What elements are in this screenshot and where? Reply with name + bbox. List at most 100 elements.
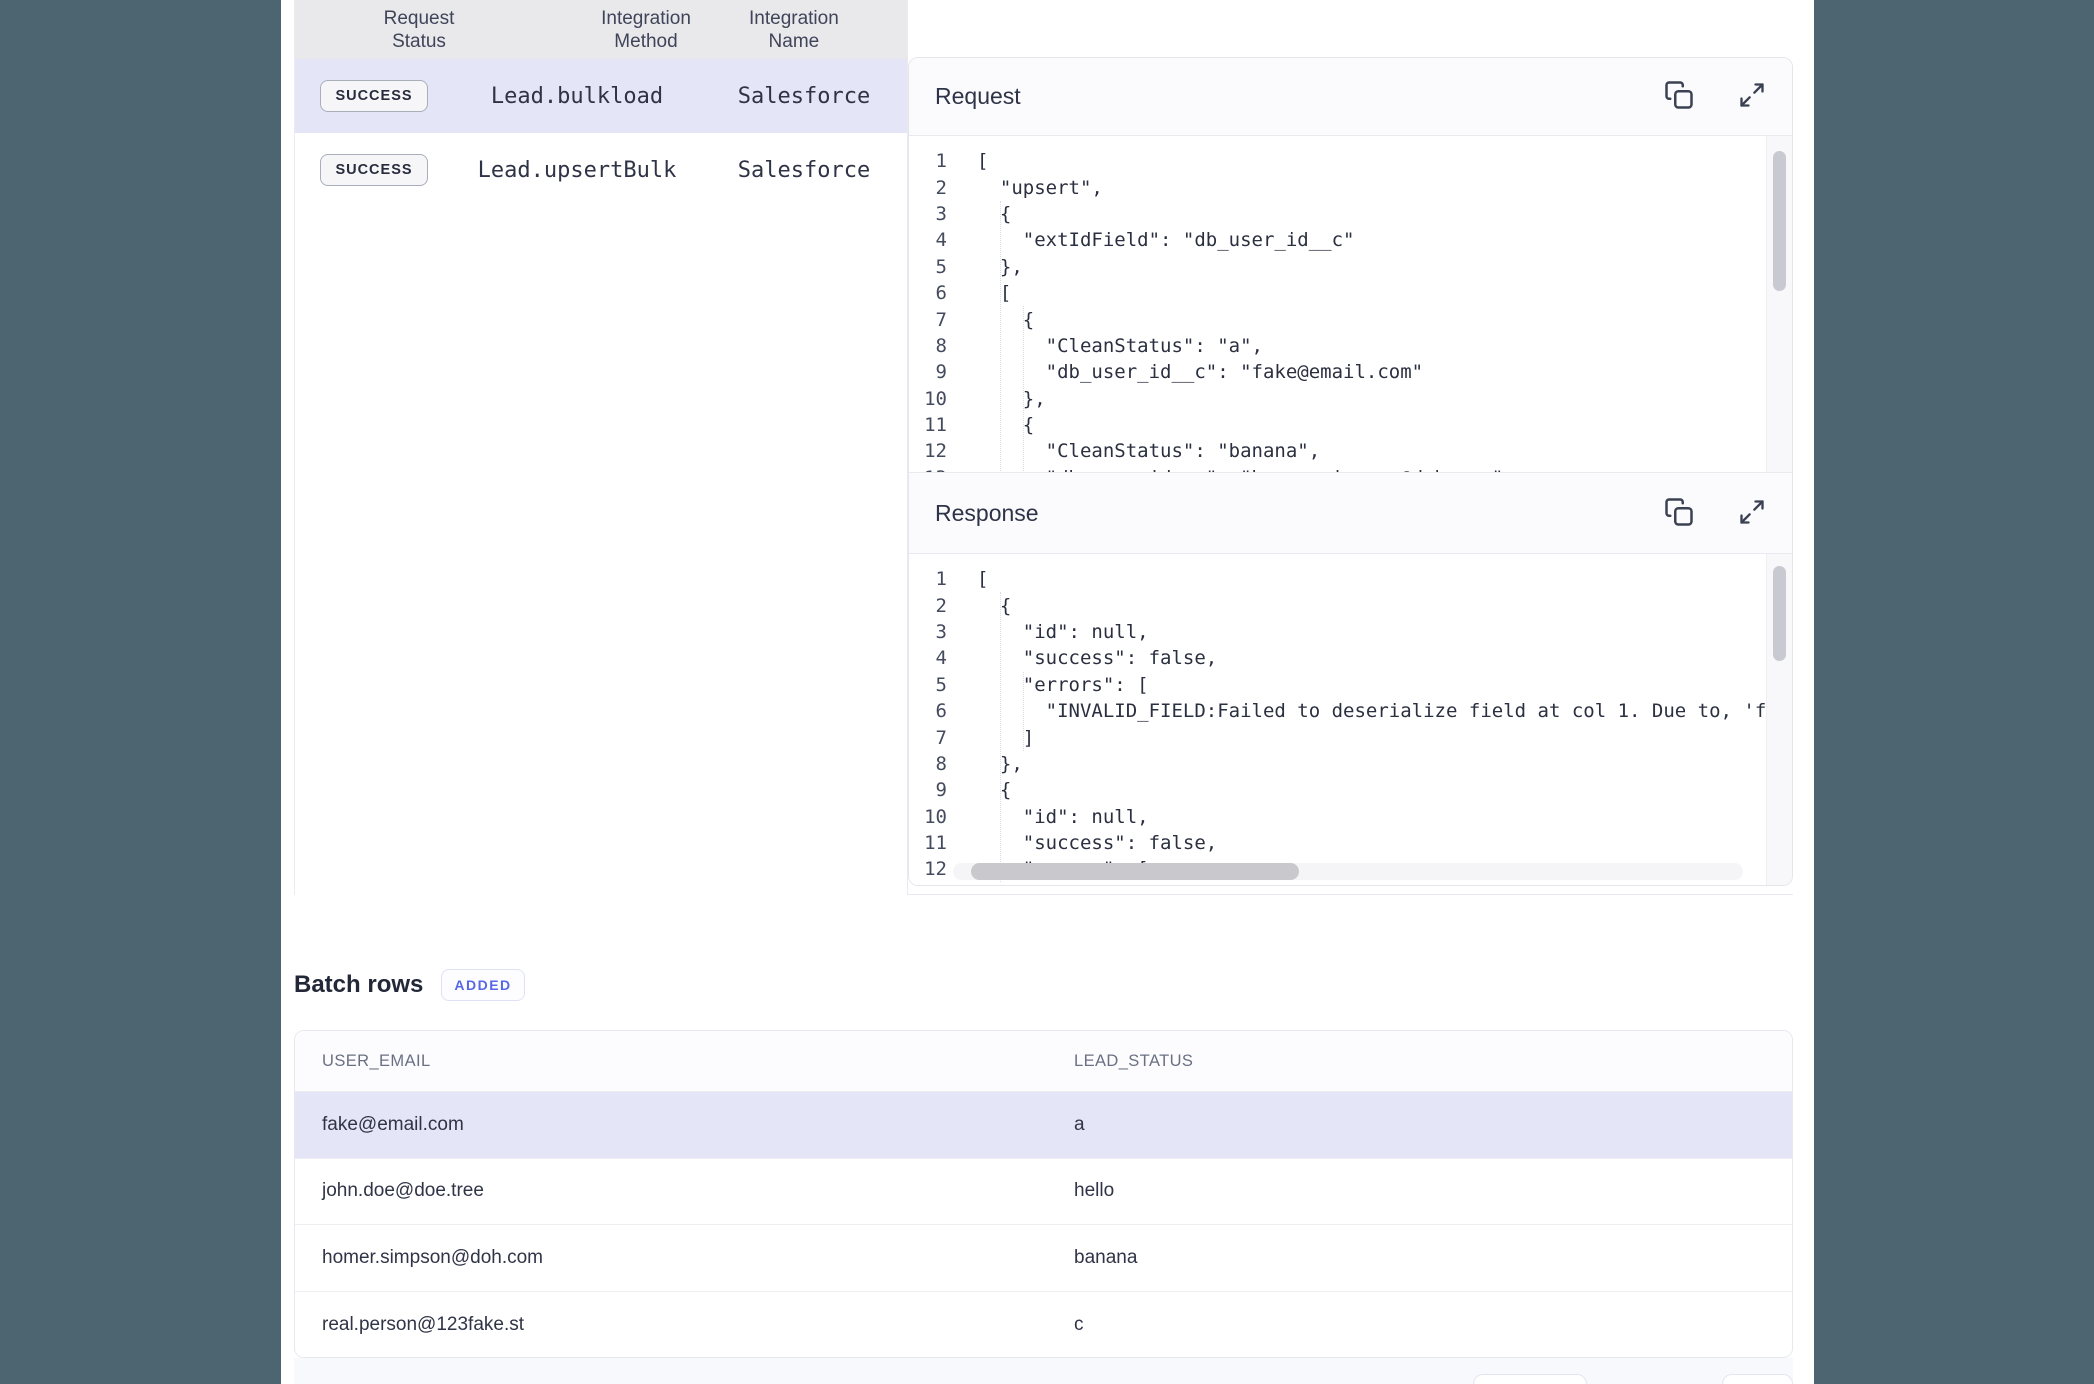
- lead-status-cell: hello: [1047, 1180, 1792, 1202]
- line-number: 10: [909, 388, 959, 410]
- code-line: 4 "extIdField": "db_user_id__c": [909, 227, 1792, 253]
- left-backdrop: [0, 0, 281, 1384]
- line-text: {: [959, 203, 1011, 225]
- code-line: 2 "upsert",: [909, 174, 1792, 200]
- pagination-next-button[interactable]: [1722, 1374, 1793, 1384]
- line-number: 2: [909, 595, 959, 617]
- status-badge: SUCCESS: [320, 154, 427, 186]
- code-line: 10 "id": null,: [909, 804, 1792, 830]
- code-line: 13 "db_user_id__c": "homer.simpson@doh.c…: [909, 465, 1792, 472]
- expand-icon: [1738, 81, 1766, 112]
- code-line: 2 {: [909, 592, 1792, 618]
- batch-rows-header: Batch rows ADDED: [294, 962, 525, 1008]
- code-line: 11 "success": false,: [909, 830, 1792, 856]
- line-text: {: [959, 779, 1011, 801]
- line-text: "extIdField": "db_user_id__c": [959, 229, 1355, 251]
- line-text: "id": null,: [959, 806, 1149, 828]
- added-badge: ADDED: [441, 969, 524, 1001]
- request-status-cell: SUCCESS: [295, 154, 453, 186]
- lead-status-cell: banana: [1047, 1247, 1792, 1269]
- line-number: 12: [909, 440, 959, 462]
- log-column-header: Request Status: [295, 0, 543, 59]
- line-number: 1: [909, 150, 959, 172]
- indent-guide: [1023, 672, 1024, 751]
- request-code-viewer[interactable]: 1 [ 2 "upsert", 3 { 4: [909, 136, 1792, 472]
- code-line: 3 "id": null,: [909, 619, 1792, 645]
- response-panel-title: Response: [935, 500, 1664, 527]
- log-table-row[interactable]: SUCCESS Lead.bulkload Salesforce: [295, 59, 907, 133]
- batch-column-header: LEAD_STATUS: [1047, 1052, 1792, 1071]
- line-text: {: [959, 595, 1011, 617]
- log-table-header: Request Status Integration Method Integr…: [295, 0, 907, 59]
- batch-table-row[interactable]: homer.simpson@doh.com banana: [295, 1225, 1792, 1292]
- copy-icon: [1664, 80, 1694, 113]
- lead-status-cell: c: [1047, 1314, 1792, 1336]
- request-panel-header: Request: [909, 58, 1792, 136]
- status-badge: SUCCESS: [320, 80, 427, 112]
- code-line: 8 },: [909, 751, 1792, 777]
- batch-table-row[interactable]: fake@email.com a: [295, 1092, 1792, 1159]
- line-text: "INVALID_FIELD:Failed to deserialize fie…: [959, 700, 1766, 722]
- batch-table-row[interactable]: real.person@123fake.st c: [295, 1292, 1792, 1359]
- line-number: 12: [909, 858, 959, 880]
- code-line: 1 [: [909, 148, 1792, 174]
- indent-guide: [1000, 201, 1001, 472]
- line-number: 8: [909, 753, 959, 775]
- user-email-cell: john.doe@doe.tree: [295, 1180, 1047, 1202]
- code-line: 3 {: [909, 201, 1792, 227]
- code-line: 1 [: [909, 566, 1792, 592]
- code-line: 11 {: [909, 412, 1792, 438]
- pagination-previous-button[interactable]: [1473, 1374, 1587, 1384]
- integration-method-cell: Lead.upsertBulk: [453, 158, 701, 183]
- request-log-table: Request Status Integration Method Integr…: [294, 0, 908, 895]
- line-number: 4: [909, 647, 959, 669]
- batch-rows-table: USER_EMAIL LEAD_STATUS fake@email.com a …: [294, 1030, 1793, 1358]
- log-table-row[interactable]: SUCCESS Lead.upsertBulk Salesforce: [295, 133, 907, 207]
- horizontal-scrollbar-track: [953, 863, 1743, 880]
- batch-table-header: USER_EMAIL LEAD_STATUS: [295, 1031, 1792, 1092]
- batch-table-row[interactable]: john.doe@doe.tree hello: [295, 1159, 1792, 1226]
- line-number: 6: [909, 282, 959, 304]
- request-code-lines: 1 [ 2 "upsert", 3 { 4: [909, 136, 1792, 472]
- integration-name-cell: Salesforce: [701, 158, 907, 183]
- line-text: "success": false,: [959, 647, 1217, 669]
- line-number: 13: [909, 467, 959, 472]
- expand-request-button[interactable]: [1738, 81, 1766, 112]
- line-number: 5: [909, 256, 959, 278]
- request-status-cell: SUCCESS: [295, 80, 453, 112]
- code-line: 9 {: [909, 777, 1792, 803]
- horizontal-scrollbar[interactable]: [971, 863, 1299, 880]
- code-line: 6 "INVALID_FIELD:Failed to deserialize f…: [909, 698, 1792, 724]
- request-vertical-scrollbar[interactable]: [1773, 151, 1786, 291]
- line-number: 3: [909, 621, 959, 643]
- response-vertical-scrollbar[interactable]: [1773, 566, 1786, 661]
- line-number: 8: [909, 335, 959, 357]
- batch-rows-title: Batch rows: [294, 971, 423, 999]
- line-number: 13: [909, 885, 959, 886]
- screenshot-root: Request Status Integration Method Integr…: [0, 0, 2094, 1384]
- line-number: 4: [909, 229, 959, 251]
- request-panel-title: Request: [935, 83, 1664, 110]
- code-line: 10 },: [909, 386, 1792, 412]
- copy-response-button[interactable]: [1664, 497, 1694, 530]
- line-text: [: [959, 282, 1011, 304]
- expand-response-button[interactable]: [1738, 498, 1766, 529]
- code-line: 5 "errors": [: [909, 672, 1792, 698]
- batch-column-header: USER_EMAIL: [295, 1052, 1047, 1071]
- copy-request-button[interactable]: [1664, 80, 1694, 113]
- integration-method-cell: Lead.bulkload: [453, 84, 701, 109]
- line-text: },: [959, 753, 1023, 775]
- response-code-viewer[interactable]: 1 [ 2 { 3 "id": null, 4: [909, 554, 1792, 886]
- code-line: 6 [: [909, 280, 1792, 306]
- line-number: 1: [909, 568, 959, 590]
- line-text: "id": null,: [959, 621, 1149, 643]
- log-column-header: Integration Method: [543, 0, 749, 59]
- right-backdrop: [1814, 0, 2094, 1384]
- code-line: 13: [909, 883, 1792, 886]
- line-text: "CleanStatus": "banana",: [959, 440, 1320, 462]
- request-response-card: Request: [908, 57, 1793, 886]
- line-text: [: [959, 150, 988, 172]
- lead-status-cell: a: [1047, 1114, 1792, 1136]
- line-number: 6: [909, 700, 959, 722]
- expand-icon: [1738, 498, 1766, 529]
